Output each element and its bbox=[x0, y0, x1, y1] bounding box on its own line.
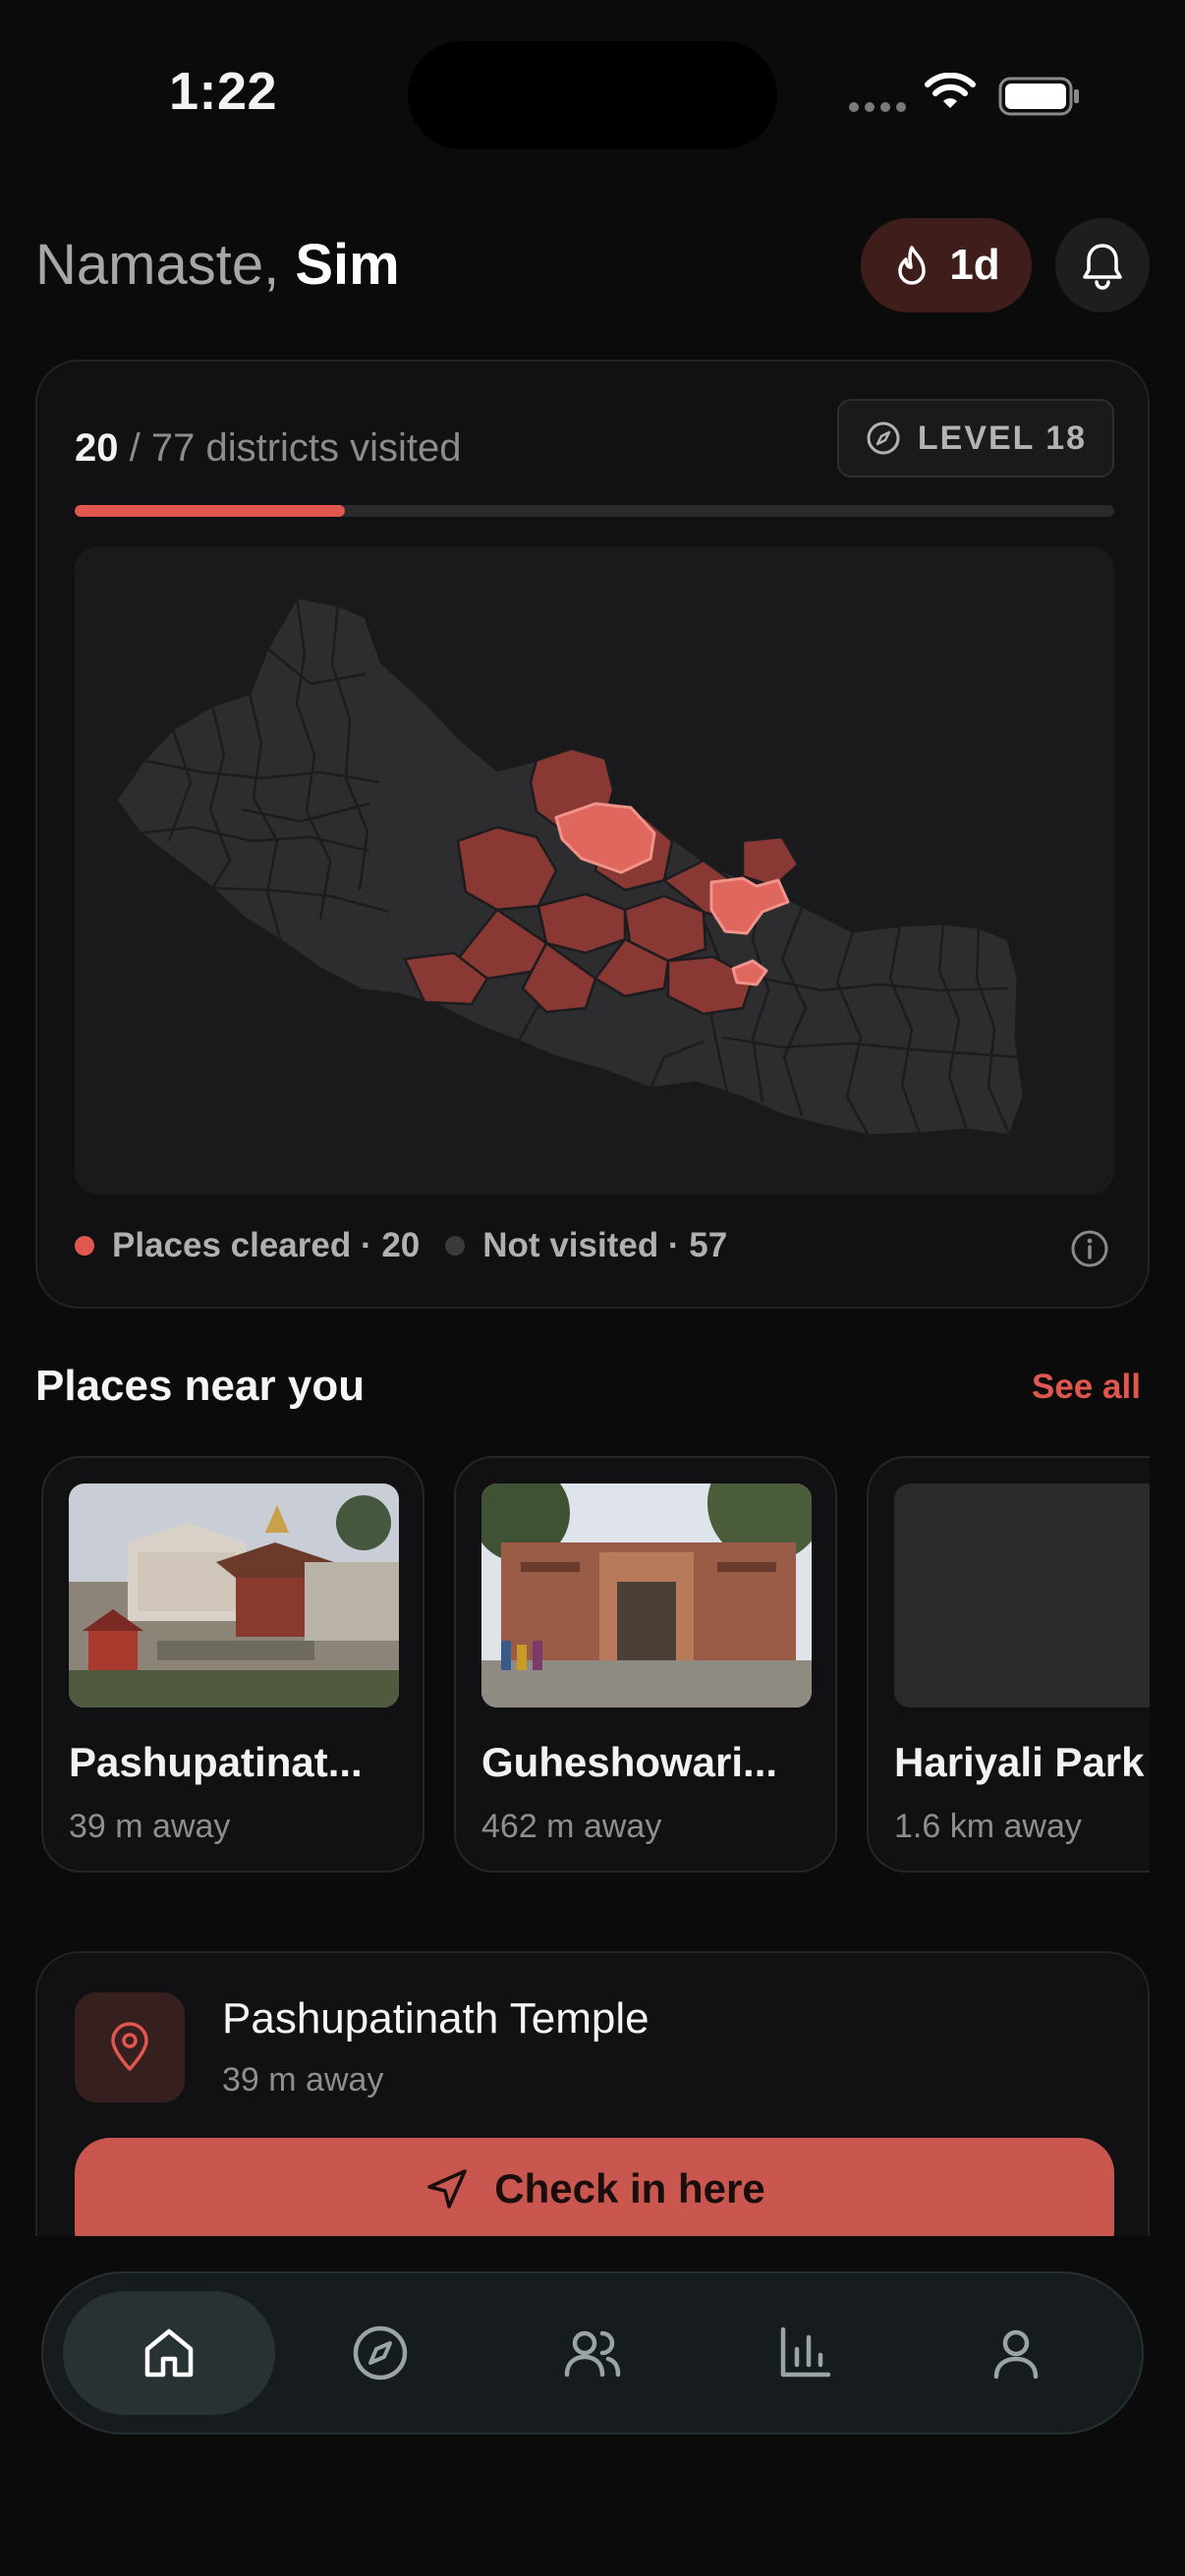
place-name: Hariyali Park bbox=[894, 1739, 1145, 1785]
districts-card[interactable]: 20 / 77 districts visited LEVEL 18 Place… bbox=[35, 360, 1150, 1309]
level-label: LEVEL 18 bbox=[917, 419, 1088, 457]
nav-home[interactable] bbox=[63, 2291, 275, 2415]
level-badge[interactable]: LEVEL 18 bbox=[837, 399, 1114, 477]
nav-profile[interactable] bbox=[910, 2291, 1122, 2415]
legend-cleared: Places cleared · 20 bbox=[112, 1226, 421, 1264]
place-photo-placeholder bbox=[894, 1484, 1150, 1708]
check-in-label: Check in here bbox=[494, 2165, 765, 2212]
location-badge bbox=[75, 1992, 185, 2102]
progress-fill bbox=[75, 505, 346, 517]
compass-icon bbox=[867, 421, 900, 455]
user-name: Sim bbox=[295, 233, 400, 297]
place-distance: 1.6 km away bbox=[894, 1808, 1082, 1845]
cellular-signal-icon bbox=[849, 102, 906, 112]
info-icon[interactable] bbox=[1069, 1228, 1110, 1269]
place-name: Guheshowari... bbox=[481, 1739, 778, 1785]
districts-progress-bar bbox=[75, 505, 1114, 517]
cleared-dot bbox=[75, 1236, 94, 1256]
bell-icon bbox=[1083, 244, 1122, 290]
flame-icon bbox=[898, 246, 927, 285]
profile-icon bbox=[993, 2329, 1039, 2380]
nav-explore[interactable] bbox=[275, 2291, 487, 2415]
streak-badge[interactable]: 1d bbox=[861, 218, 1032, 312]
place-card[interactable]: Guheshowari... 462 m away bbox=[454, 1456, 837, 1873]
greeting-prefix: Namaste, bbox=[35, 233, 280, 297]
nepal-map-graphic bbox=[114, 595, 1026, 1138]
friends-icon bbox=[564, 2330, 621, 2378]
visited-suffix: / 77 districts visited bbox=[129, 426, 462, 470]
check-in-button[interactable]: Check in here bbox=[75, 2138, 1114, 2236]
place-distance: 39 m away bbox=[69, 1808, 231, 1845]
place-distance: 462 m away bbox=[481, 1808, 662, 1845]
map-pin-icon bbox=[111, 2022, 148, 2071]
nav-friends[interactable] bbox=[486, 2291, 699, 2415]
nepal-district-map[interactable] bbox=[75, 546, 1114, 1195]
stats-icon bbox=[780, 2326, 830, 2378]
battery-icon bbox=[998, 77, 1079, 116]
nav-stats[interactable] bbox=[699, 2291, 911, 2415]
notifications-button[interactable] bbox=[1055, 218, 1150, 312]
place-name: Pashupatinat... bbox=[69, 1739, 363, 1785]
legend-not-visited: Not visited · 57 bbox=[482, 1226, 728, 1264]
streak-label: 1d bbox=[949, 241, 1000, 289]
checkin-card: Pashupatinath Temple 39 m away Check in … bbox=[35, 1951, 1150, 2236]
visited-count: 20 bbox=[75, 426, 119, 470]
place-photo-guheshowari bbox=[481, 1484, 812, 1708]
greeting: Namaste, Sim bbox=[35, 232, 400, 298]
place-card[interactable]: Hariyali Park 1.6 km away bbox=[867, 1456, 1150, 1873]
status-time: 1:22 bbox=[169, 62, 278, 121]
not-visited-dot bbox=[445, 1236, 466, 1256]
wifi-icon bbox=[925, 73, 976, 108]
place-photo-pashupatinath bbox=[69, 1484, 399, 1708]
bottom-nav bbox=[41, 2271, 1144, 2435]
home-icon bbox=[144, 2328, 194, 2378]
dynamic-island bbox=[408, 41, 777, 149]
see-all-link[interactable]: See all bbox=[1032, 1368, 1141, 1407]
checkin-place-name: Pashupatinath Temple bbox=[222, 1994, 649, 2043]
place-card[interactable]: Pashupatinat... 39 m away bbox=[41, 1456, 424, 1873]
districts-visited: 20 / 77 districts visited bbox=[75, 426, 462, 471]
compass-icon bbox=[354, 2325, 408, 2380]
checkin-distance: 39 m away bbox=[222, 2061, 384, 2099]
places-section-title: Places near you bbox=[35, 1362, 366, 1410]
navigation-arrow-icon bbox=[427, 2169, 468, 2209]
map-legend: Places cleared · 20 Not visited · 57 bbox=[75, 1226, 727, 1265]
